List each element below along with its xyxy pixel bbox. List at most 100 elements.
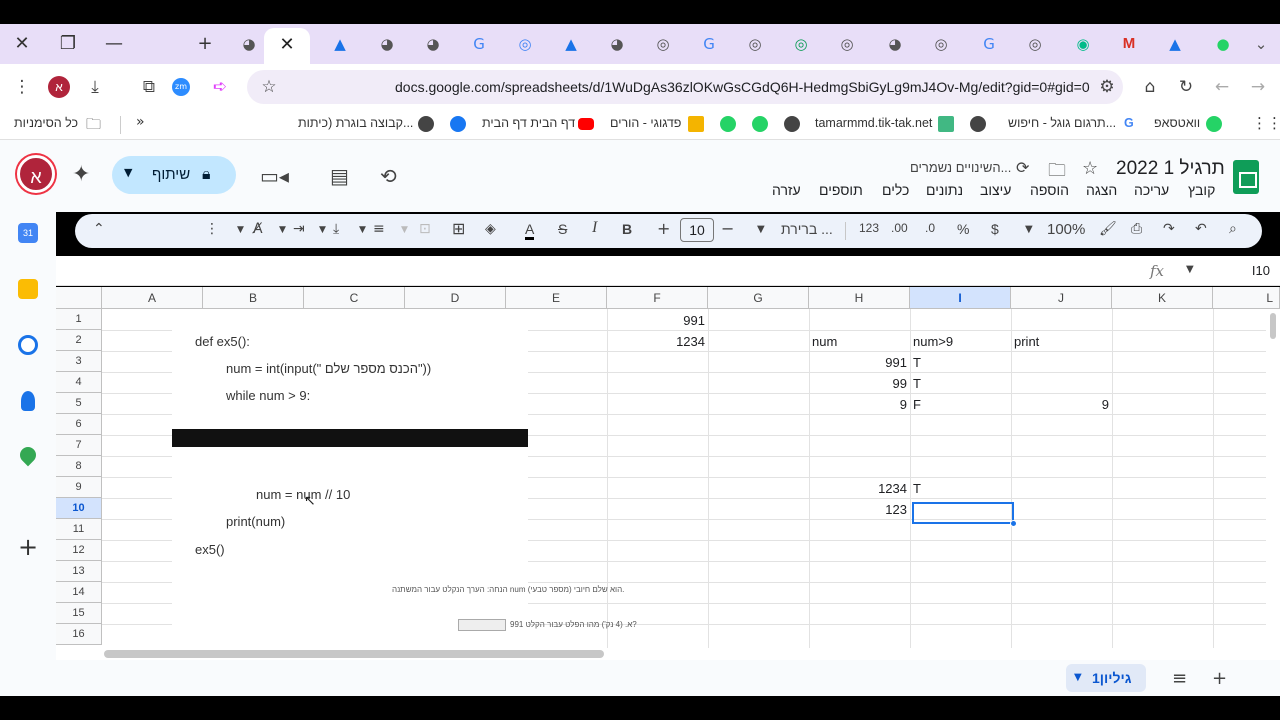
row-header[interactable]: 5 xyxy=(56,393,102,414)
more-toolbar-icon[interactable]: ⋮ xyxy=(205,221,219,237)
bookmark-item[interactable]: וואטסאפ xyxy=(1154,116,1200,130)
text-wrap-icon[interactable]: ⇥ xyxy=(293,221,305,237)
tab-drive-icon[interactable]: ▲ xyxy=(323,30,357,58)
version-history-icon[interactable]: ⟲ xyxy=(380,164,397,188)
italic-icon[interactable]: I xyxy=(592,219,597,237)
tab-favicon-icon[interactable]: ◎ xyxy=(924,30,958,58)
column-header[interactable]: J xyxy=(1011,287,1112,309)
wrap-dropdown-icon[interactable]: ▼ xyxy=(279,225,286,235)
tab-favicon-icon[interactable]: ◕ xyxy=(370,30,404,58)
reload-icon[interactable]: ↻ xyxy=(1174,76,1198,98)
print-icon[interactable]: ⎙ xyxy=(1131,221,1142,237)
horizontal-scroll-thumb[interactable] xyxy=(104,650,604,658)
profile-avatar[interactable]: א xyxy=(48,76,70,98)
cell-H2[interactable]: num xyxy=(809,331,910,352)
column-header[interactable]: G xyxy=(708,287,809,309)
bookmark-item[interactable]: פדגוגי - הורים xyxy=(610,116,681,130)
tab-favicon-icon[interactable]: ◎ xyxy=(738,30,772,58)
new-tab-icon[interactable]: + xyxy=(193,32,217,56)
row-header[interactable]: 6 xyxy=(56,414,102,435)
row-header[interactable]: 16 xyxy=(56,624,102,645)
row-header[interactable]: 11 xyxy=(56,519,102,540)
tab-google-icon[interactable]: G xyxy=(462,30,496,58)
number-format[interactable]: 123 xyxy=(859,221,879,235)
column-header[interactable]: B xyxy=(203,287,304,309)
tab-drive-icon[interactable]: ▲ xyxy=(1158,30,1192,58)
account-avatar[interactable]: א xyxy=(17,155,55,193)
row-header[interactable]: 2 xyxy=(56,330,102,351)
column-header[interactable]: E xyxy=(506,287,607,309)
tab-docs-icon[interactable]: ◎ xyxy=(508,30,542,58)
home-icon[interactable]: ⌂ xyxy=(1138,76,1162,98)
collapse-menus-icon[interactable]: ⌃ xyxy=(93,221,105,237)
close-window-icon[interactable]: ✕ xyxy=(10,32,34,56)
row-header-selected[interactable]: 10 xyxy=(56,498,102,519)
tab-favicon-icon[interactable]: ◕ xyxy=(878,30,912,58)
all-sheets-icon[interactable]: ≡ xyxy=(1172,668,1187,689)
column-header[interactable]: C xyxy=(304,287,405,309)
search-menus-icon[interactable]: ⌕ xyxy=(1229,221,1237,237)
decrease-decimal[interactable]: .0 xyxy=(925,221,935,235)
sheet-tab-dropdown-icon[interactable]: ▼ xyxy=(1074,664,1082,692)
download-icon[interactable]: ⤓ xyxy=(83,76,107,98)
menu-file[interactable]: קובץ xyxy=(1188,182,1215,198)
cell-I2[interactable]: num>9 xyxy=(910,331,1011,352)
menu-data[interactable]: נתונים xyxy=(926,182,963,198)
name-box-dropdown-icon[interactable]: ▼ xyxy=(1186,264,1194,275)
share-button[interactable]: ▼ שיתוף 🔒︎ xyxy=(112,156,236,194)
selected-cell-I10[interactable] xyxy=(912,502,1014,524)
sheets-logo-icon[interactable] xyxy=(1233,160,1259,194)
horizontal-align-icon[interactable]: ≡ xyxy=(373,221,385,237)
row-header[interactable]: 7 xyxy=(56,435,102,456)
menu-extensions[interactable]: תוספים xyxy=(819,182,863,198)
column-header[interactable]: K xyxy=(1112,287,1213,309)
more-bookmarks-icon[interactable]: » xyxy=(136,114,145,130)
column-header-selected[interactable]: I xyxy=(910,287,1011,309)
font-size-input[interactable]: 10 xyxy=(680,218,714,242)
zoom-dropdown-icon[interactable]: ▼ xyxy=(1025,224,1033,235)
add-sheet-icon[interactable]: + xyxy=(1212,668,1227,689)
omnibox[interactable]: ☆ docs.google.com/spreadsheets/d/1WuDgAs… xyxy=(247,70,1123,104)
menu-edit[interactable]: עריכה xyxy=(1134,182,1169,198)
bookmark-item[interactable]: tamarmmd.tik-tak.net xyxy=(815,116,932,130)
bookmark-item[interactable]: דף הבית דף הבית xyxy=(482,116,575,130)
add-addon-icon[interactable]: + xyxy=(18,533,38,561)
apps-grid-icon[interactable]: ⋮⋮ xyxy=(1252,114,1280,132)
row-header[interactable]: 9 xyxy=(56,477,102,498)
maps-icon[interactable] xyxy=(16,443,40,467)
vertical-align-icon[interactable]: ⤓ xyxy=(333,221,339,237)
star-icon[interactable]: ☆ xyxy=(1082,158,1098,179)
zoom-extension-icon[interactable]: zm xyxy=(172,78,190,96)
cell-I3[interactable]: T xyxy=(910,352,1011,373)
all-bookmarks-label[interactable]: כל הסימניות xyxy=(14,116,78,130)
vertical-scroll-thumb[interactable] xyxy=(1270,313,1276,339)
increase-font-size-icon[interactable]: + xyxy=(657,219,670,238)
active-tab-close-icon[interactable]: ✕ xyxy=(264,28,310,64)
extension-icon[interactable]: ➪ xyxy=(208,76,232,98)
rotation-dropdown-icon[interactable]: ▼ xyxy=(237,225,244,235)
zoom-select[interactable]: 100% xyxy=(1047,221,1085,238)
name-box[interactable]: I10 xyxy=(1252,263,1270,278)
borders-icon[interactable]: ⊞ xyxy=(452,219,465,238)
site-settings-icon[interactable]: ⚙ xyxy=(1095,76,1119,98)
merge-cells-icon[interactable]: ⊡ xyxy=(419,221,431,237)
tab-favicon-icon[interactable]: ◎ xyxy=(830,30,864,58)
valign-dropdown-icon[interactable]: ▼ xyxy=(319,225,326,235)
paint-format-icon[interactable]: 🖌︎ xyxy=(1099,221,1117,237)
row-header[interactable]: 12 xyxy=(56,540,102,561)
strikethrough-icon[interactable]: S xyxy=(558,221,567,237)
column-header[interactable]: D xyxy=(405,287,506,309)
menu-help[interactable]: עזרה xyxy=(772,182,801,198)
column-header[interactable]: A xyxy=(102,287,203,309)
cell-F1[interactable]: 991 xyxy=(607,310,708,331)
increase-decimal[interactable]: .00 xyxy=(891,221,908,235)
percent-format[interactable]: % xyxy=(957,221,969,237)
column-header[interactable]: H xyxy=(809,287,910,309)
tab-google-icon[interactable]: G xyxy=(972,30,1006,58)
tab-search-chevron-icon[interactable]: ⌄ xyxy=(1244,30,1278,58)
tab-favicon-icon[interactable]: ◕ xyxy=(600,30,634,58)
bold-icon[interactable]: B xyxy=(622,221,632,237)
bookmark-item[interactable]: תרגום גוגל - חיפוש... xyxy=(1008,116,1116,130)
row-header[interactable]: 3 xyxy=(56,351,102,372)
url-text[interactable]: docs.google.com/spreadsheets/d/1WuDgAs36… xyxy=(395,79,1090,95)
